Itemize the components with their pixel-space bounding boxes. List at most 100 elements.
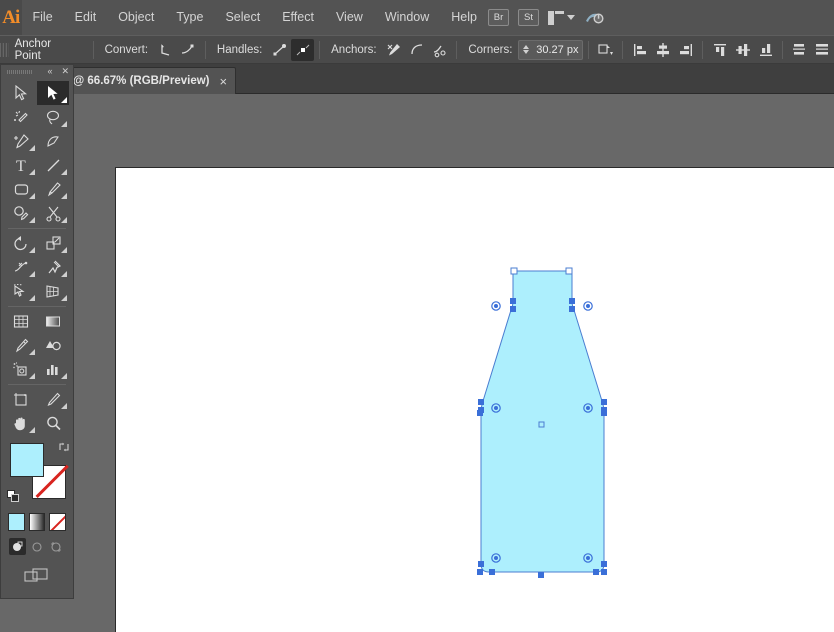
artboard-tool[interactable] [5,387,37,411]
scissors-icon [45,206,61,222]
artboard[interactable] [115,167,834,632]
color-button[interactable] [8,513,25,531]
shaper-tool[interactable] [5,201,37,225]
distribute-horizontal-center-button[interactable] [811,39,834,61]
convert-to-corner-button[interactable] [154,39,177,61]
line-segment-tool[interactable] [37,153,69,177]
width-tool[interactable] [5,255,37,279]
shaper-pencil-icon [13,205,28,220]
width-icon [14,261,27,272]
connect-anchors-button[interactable] [405,39,428,61]
rotate-tool[interactable] [5,231,37,255]
direct-selection-tool[interactable] [37,81,69,105]
shape-builder-tool[interactable] [5,279,37,303]
cut-path-icon [433,45,446,57]
tools-panel-header[interactable]: « ✕ [1,65,73,78]
draw-behind-button[interactable] [29,538,46,555]
menu-help[interactable]: Help [440,0,488,35]
curvature-tool[interactable] [37,129,69,153]
gradient-icon [46,316,60,326]
scissors-tool[interactable] [37,201,69,225]
blend-tool[interactable] [37,333,69,357]
align-top-button[interactable] [708,39,731,61]
scale-tool[interactable] [37,231,69,255]
gradient-button[interactable] [28,513,46,531]
convert-to-smooth-button[interactable] [177,39,200,61]
draw-mode-buttons [1,531,73,555]
paintbrush-tool[interactable] [37,177,69,201]
app-logo: Ai [0,0,22,35]
document-tab-title: @ 66.67% (RGB/Preview) [73,75,210,87]
align-top-icon [713,43,726,56]
zoom-tool[interactable] [37,411,69,435]
arrange-documents-button[interactable] [548,10,575,25]
menu-window[interactable]: Window [374,0,440,35]
menu-effect[interactable]: Effect [271,0,325,35]
corners-input[interactable]: 30.27 px [518,39,584,60]
transform-options-button[interactable] [594,39,617,61]
mesh-tool[interactable] [5,309,37,333]
pen-tool[interactable] [5,129,37,153]
draw-inside-button[interactable] [48,538,65,555]
lasso-tool[interactable] [37,105,69,129]
selection-tool[interactable] [5,81,37,105]
menu-edit[interactable]: Edit [64,0,108,35]
cut-path-button[interactable] [428,39,451,61]
default-fill-stroke-icon[interactable] [7,490,20,503]
eyedropper-tool[interactable] [5,333,37,357]
menu-bar-right-tools: Br St [488,0,834,35]
draw-normal-icon [12,541,23,551]
canvas-area[interactable] [0,94,834,632]
stock-button[interactable]: St [518,9,539,26]
free-transform-tool[interactable] [37,255,69,279]
blend-icon [46,340,61,350]
close-icon[interactable]: ✕ [61,67,69,76]
corners-stepper[interactable] [523,45,530,54]
menu-view[interactable]: View [325,0,374,35]
change-screen-mode-icon[interactable] [24,567,50,585]
direct-selection-arrow-icon [47,85,58,100]
close-icon[interactable]: × [220,75,228,88]
tools-panel-grip[interactable] [7,70,33,74]
bridge-button[interactable]: Br [488,9,509,26]
control-bar-grip[interactable] [0,35,9,64]
artboard-icon [14,392,27,406]
column-graph-tool[interactable] [37,357,69,381]
menu-object[interactable]: Object [107,0,165,35]
align-right-button[interactable] [674,39,697,61]
magnifier-icon [46,416,61,430]
align-bottom-button[interactable] [754,39,777,61]
menu-file[interactable]: File [22,0,64,35]
scale-icon [45,235,61,250]
show-handles-button[interactable] [268,39,291,61]
symbol-sprayer-tool[interactable] [5,357,37,381]
gradient-tool[interactable] [37,309,69,333]
document-tab[interactable]: @ 66.67% (RGB/Preview) × [62,67,237,94]
type-tool[interactable]: T [5,153,37,177]
align-horizontal-center-button[interactable] [651,39,674,61]
distribute-vertical-icon [793,43,806,55]
menu-select[interactable]: Select [214,0,271,35]
tools-panel: « ✕ T [0,64,74,599]
align-vertical-center-button[interactable] [731,39,754,61]
swap-fill-stroke-icon[interactable] [58,441,70,453]
hide-handles-button[interactable] [291,38,315,61]
hand-tool[interactable] [5,411,37,435]
divider [588,40,590,59]
align-right-icon [679,43,692,56]
perspective-grid-tool[interactable] [37,279,69,303]
slice-tool[interactable] [37,387,69,411]
distribute-vertical-center-button[interactable] [788,39,811,61]
divider [622,40,624,59]
magic-wand-tool[interactable] [5,105,37,129]
cc-libraries-icon[interactable] [584,9,604,27]
remove-anchor-button[interactable] [383,39,406,61]
menu-type[interactable]: Type [165,0,214,35]
none-button[interactable] [49,513,67,531]
align-left-button[interactable] [628,39,651,61]
illustrator-window: Ai File Edit Object Type Select Effect V… [0,0,834,632]
fill-swatch[interactable] [10,443,44,477]
collapse-icon[interactable]: « [47,67,52,76]
draw-normal-button[interactable] [9,538,26,555]
rectangle-tool[interactable] [5,177,37,201]
